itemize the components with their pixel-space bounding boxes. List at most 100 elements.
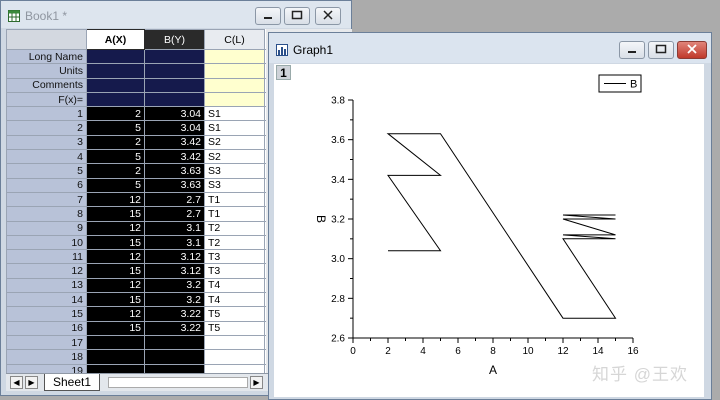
cell-a[interactable]: 5 xyxy=(86,120,145,136)
cell-c[interactable] xyxy=(204,334,265,351)
meta-cell[interactable] xyxy=(144,63,205,79)
table-row[interactable]: 13 12 3.2 T4 xyxy=(6,277,266,294)
cell-c[interactable]: T5 xyxy=(204,320,265,336)
cell-b[interactable]: 3.42 xyxy=(144,134,205,151)
cell-c[interactable]: T1 xyxy=(204,206,265,222)
cell-c[interactable]: T3 xyxy=(204,263,265,279)
cell-a[interactable] xyxy=(86,334,145,351)
row-number[interactable]: 9 xyxy=(6,220,87,236)
row-number[interactable]: 14 xyxy=(6,292,87,308)
meta-cell[interactable] xyxy=(204,91,265,108)
row-number[interactable]: 19 xyxy=(6,363,87,373)
cell-a[interactable]: 15 xyxy=(86,263,145,279)
cell-c[interactable] xyxy=(204,349,265,365)
row-number[interactable]: 18 xyxy=(6,349,87,365)
cell-a[interactable]: 12 xyxy=(86,191,145,208)
grid-corner[interactable] xyxy=(6,29,87,50)
row-number[interactable]: 2 xyxy=(6,120,87,136)
graph-canvas[interactable]: 1 0 2 4 6 8 10 12 14 16 2.6 2.8 3.0 3.2 3.4 3.6 3.8 A B B xyxy=(274,64,704,397)
meta-cell[interactable] xyxy=(204,48,265,65)
table-row[interactable]: 16 15 3.22 T5 xyxy=(6,320,266,336)
column-header-b[interactable]: B(Y) xyxy=(144,29,205,50)
cell-c[interactable]: T2 xyxy=(204,234,265,251)
workbook-titlebar[interactable]: Book1 * xyxy=(1,1,351,28)
tab-scroll-left-button[interactable]: ◀ xyxy=(10,376,23,389)
cell-b[interactable]: 3.22 xyxy=(144,306,205,322)
cell-a[interactable]: 5 xyxy=(86,149,145,165)
table-row[interactable]: 11 12 3.12 T3 xyxy=(6,249,266,265)
column-header-a[interactable]: A(X) xyxy=(86,29,145,50)
cell-b[interactable]: 3.1 xyxy=(144,220,205,236)
table-row[interactable]: 4 5 3.42 S2 xyxy=(6,149,266,165)
cell-b[interactable] xyxy=(144,349,205,365)
cell-c[interactable]: S2 xyxy=(204,149,265,165)
cell-b[interactable]: 3.1 xyxy=(144,234,205,251)
cell-b[interactable]: 2.7 xyxy=(144,191,205,208)
row-number[interactable]: 1 xyxy=(6,106,87,122)
row-number[interactable]: 4 xyxy=(6,149,87,165)
maximize-button[interactable] xyxy=(284,7,310,25)
tab-scroll-right-button[interactable]: ▶ xyxy=(25,376,38,389)
table-row[interactable]: 18 xyxy=(6,349,266,365)
cell-a[interactable]: 15 xyxy=(86,320,145,336)
cell-c[interactable]: T1 xyxy=(204,191,265,208)
cell-b[interactable]: 3.04 xyxy=(144,106,205,122)
meta-row-label[interactable]: Units xyxy=(6,63,87,79)
cell-c[interactable]: T2 xyxy=(204,220,265,236)
cell-b[interactable]: 3.63 xyxy=(144,163,205,179)
meta-cell[interactable] xyxy=(86,91,145,108)
cell-b[interactable]: 3.12 xyxy=(144,249,205,265)
cell-c[interactable]: T3 xyxy=(204,249,265,265)
row-number[interactable]: 13 xyxy=(6,277,87,294)
meta-cell[interactable] xyxy=(144,91,205,108)
cell-c[interactable]: S1 xyxy=(204,120,265,136)
scroll-end-button[interactable]: ▶ xyxy=(250,376,263,389)
table-row[interactable]: 19 xyxy=(6,363,266,373)
cell-b[interactable]: 3.22 xyxy=(144,320,205,336)
meta-cell[interactable] xyxy=(204,63,265,79)
table-row[interactable]: 14 15 3.2 T4 xyxy=(6,292,266,308)
cell-a[interactable]: 2 xyxy=(86,163,145,179)
table-row[interactable]: 2 5 3.04 S1 xyxy=(6,120,266,136)
row-number[interactable]: 10 xyxy=(6,234,87,251)
cell-a[interactable]: 2 xyxy=(86,106,145,122)
row-number[interactable]: 16 xyxy=(6,320,87,336)
cell-c[interactable]: T5 xyxy=(204,306,265,322)
row-number[interactable]: 11 xyxy=(6,249,87,265)
graph-minimize-button[interactable] xyxy=(619,41,645,59)
row-number[interactable]: 12 xyxy=(6,263,87,279)
cell-b[interactable]: 3.2 xyxy=(144,292,205,308)
cell-c[interactable]: T4 xyxy=(204,277,265,294)
cell-a[interactable]: 15 xyxy=(86,206,145,222)
cell-b[interactable]: 3.12 xyxy=(144,263,205,279)
cell-a[interactable]: 15 xyxy=(86,234,145,251)
cell-c[interactable]: S3 xyxy=(204,163,265,179)
cell-c[interactable]: T4 xyxy=(204,292,265,308)
row-number[interactable]: 8 xyxy=(6,206,87,222)
row-number[interactable]: 6 xyxy=(6,177,87,193)
table-row[interactable]: 10 15 3.1 T2 xyxy=(6,234,266,251)
graph-close-button[interactable] xyxy=(677,41,707,59)
meta-cell[interactable] xyxy=(144,77,205,93)
minimize-button[interactable] xyxy=(255,7,281,25)
cell-a[interactable]: 12 xyxy=(86,306,145,322)
meta-cell[interactable] xyxy=(86,63,145,79)
table-row[interactable]: 7 12 2.7 T1 xyxy=(6,191,266,208)
meta-row-label[interactable]: F(x)= xyxy=(6,91,87,108)
cell-b[interactable]: 3.2 xyxy=(144,277,205,294)
meta-row-label[interactable]: Long Name xyxy=(6,48,87,65)
cell-b[interactable]: 3.04 xyxy=(144,120,205,136)
cell-a[interactable]: 12 xyxy=(86,220,145,236)
table-row[interactable]: 12 15 3.12 T3 xyxy=(6,263,266,279)
cell-a[interactable] xyxy=(86,349,145,365)
meta-cell[interactable] xyxy=(86,48,145,65)
cell-a[interactable]: 2 xyxy=(86,134,145,151)
row-number[interactable]: 3 xyxy=(6,134,87,151)
row-number[interactable]: 15 xyxy=(6,306,87,322)
table-row[interactable]: 6 5 3.63 S3 xyxy=(6,177,266,193)
cell-b[interactable]: 3.63 xyxy=(144,177,205,193)
table-row[interactable]: 15 12 3.22 T5 xyxy=(6,306,266,322)
cell-a[interactable]: 5 xyxy=(86,177,145,193)
horizontal-scrollbar[interactable] xyxy=(108,377,248,388)
graph-maximize-button[interactable] xyxy=(648,41,674,59)
